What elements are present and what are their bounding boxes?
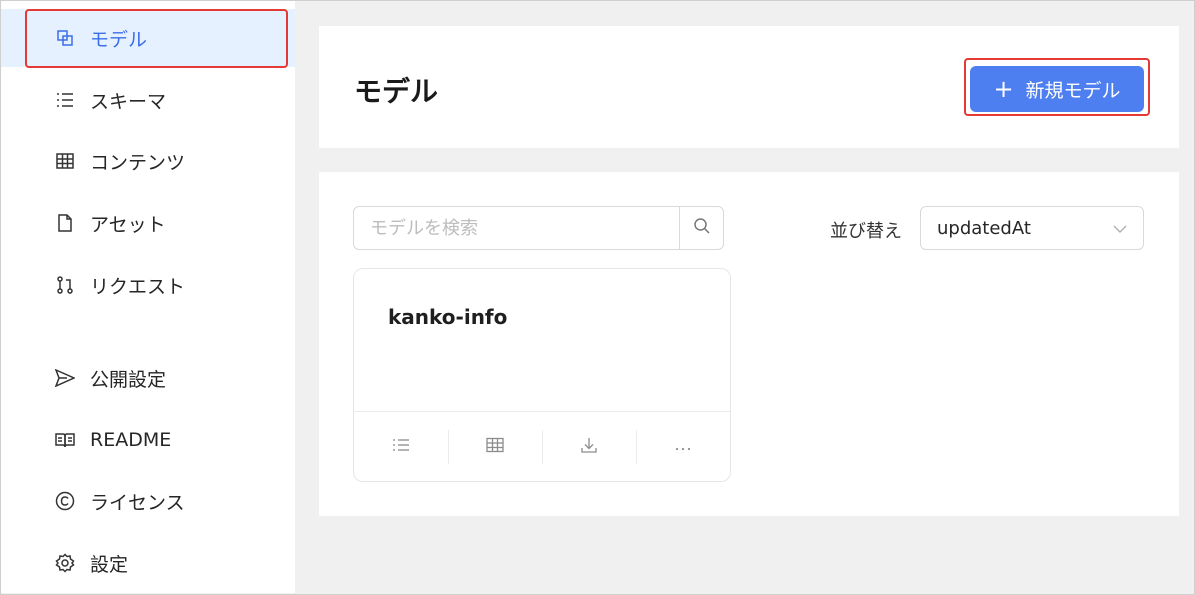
chevron-down-icon — [1113, 218, 1127, 239]
search-input[interactable] — [354, 207, 679, 249]
sidebar-item-model[interactable]: モデル — [1, 9, 295, 67]
search-box — [353, 206, 724, 250]
send-icon — [54, 367, 76, 389]
sidebar-item-label: アセット — [90, 213, 166, 236]
sidebar-item-schema[interactable]: スキーマ — [1, 71, 295, 129]
file-icon — [54, 212, 76, 234]
sidebar-item-asset[interactable]: アセット — [1, 194, 295, 252]
schema-action-button[interactable] — [354, 430, 448, 464]
list-icon — [392, 437, 410, 457]
sidebar-item-label: モデル — [90, 28, 148, 51]
sidebar-item-settings[interactable]: 設定 — [1, 534, 295, 592]
model-icon — [54, 27, 76, 49]
plus-icon: + — [993, 75, 1014, 103]
sidebar-item-label: 設定 — [90, 553, 129, 576]
sidebar-item-request[interactable]: リクエスト — [1, 256, 295, 314]
more-action-button[interactable] — [636, 429, 730, 464]
model-card[interactable]: kanko-info — [353, 268, 731, 482]
sidebar-item-label: ライセンス — [90, 491, 185, 514]
sidebar-item-label: README — [90, 429, 172, 451]
sidebar-item-label: 公開設定 — [90, 368, 167, 391]
table-icon — [54, 150, 76, 172]
model-name: kanko-info — [388, 305, 508, 329]
sort-value: updatedAt — [937, 217, 1031, 239]
copyright-icon — [54, 490, 76, 512]
search-icon — [693, 217, 711, 239]
gear-icon — [54, 552, 76, 574]
sort-select[interactable]: updatedAt — [920, 206, 1144, 250]
sidebar-item-publish[interactable]: 公開設定 — [1, 349, 295, 407]
table-icon — [486, 437, 504, 457]
export-action-button[interactable] — [542, 429, 636, 464]
sidebar-item-content[interactable]: コンテンツ — [1, 132, 295, 190]
sidebar-item-license[interactable]: ライセンス — [1, 472, 295, 530]
list-icon — [54, 89, 76, 111]
page-title: モデル — [354, 75, 439, 108]
sidebar-item-label: リクエスト — [90, 275, 186, 298]
new-model-button[interactable]: + 新規モデル — [970, 66, 1144, 112]
sort-label: 並び替え — [830, 221, 902, 242]
pull-request-icon — [54, 274, 76, 296]
content-action-button[interactable] — [448, 429, 542, 464]
download-icon — [580, 436, 598, 458]
sidebar-item-label: スキーマ — [90, 90, 167, 113]
sidebar-item-label: コンテンツ — [90, 151, 186, 174]
page-header: モデル + 新規モデル — [319, 26, 1179, 148]
ellipsis-icon — [674, 437, 692, 456]
sidebar-item-readme[interactable]: README — [1, 411, 295, 469]
model-card-actions — [354, 411, 730, 481]
book-icon — [54, 429, 76, 451]
new-model-button-label: 新規モデル — [1025, 79, 1121, 102]
sidebar: モデル スキーマ コンテンツ アセット リクエスト 公開設定 README ライ… — [1, 1, 295, 593]
search-button[interactable] — [679, 207, 723, 249]
model-list-panel: 並び替え updatedAt kanko-info — [319, 172, 1179, 516]
